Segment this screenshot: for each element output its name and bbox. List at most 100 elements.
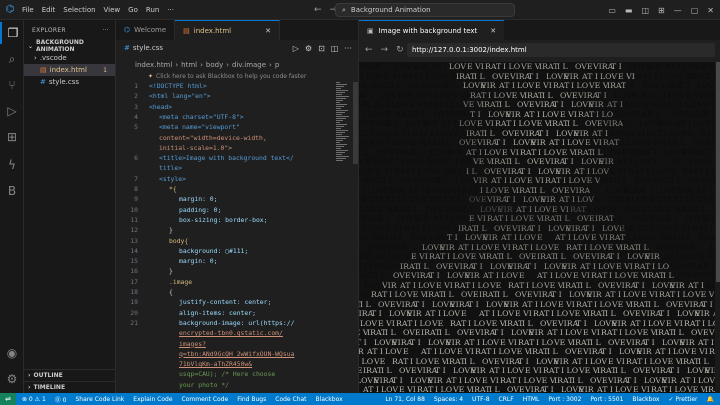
- background-text-line: OVE VIRAT I LOVE VIRAT I LOVE VIRAT I LO…: [359, 214, 715, 223]
- workspace-folder[interactable]: ⌄ BACKGROUND ANIMATION: [24, 39, 115, 53]
- background-text-line: VE VIRAT I LOVE VIRAT I LOVE VIRAT I LOV…: [359, 176, 715, 185]
- breadcrumb-item[interactable]: index.html: [135, 61, 172, 69]
- breadcrumb-item[interactable]: html: [181, 61, 197, 69]
- timeline-section[interactable]: › TIMELINE: [24, 381, 116, 393]
- menu-item[interactable]: Run: [146, 6, 159, 14]
- status-item[interactable]: Spaces: 4: [434, 396, 463, 403]
- split-icon[interactable]: ◫: [641, 6, 649, 15]
- breadcrumb-item[interactable]: div.image: [232, 61, 266, 69]
- open-preview-icon[interactable]: ⊡: [318, 44, 325, 53]
- status-item[interactable]: ✓ Prettier: [669, 396, 698, 403]
- tab-preview[interactable]: ▣ Image with background text ✕: [359, 20, 505, 40]
- customize-layout-icon[interactable]: ⊞: [658, 6, 665, 15]
- minimap-line: [336, 82, 340, 83]
- tree-item-vscode[interactable]: › .vscode: [24, 52, 115, 64]
- background-text-line: AT I LOVE VIRAT I LOVE VIRAT I LOVE VIRA…: [359, 71, 715, 81]
- menu-item[interactable]: Edit: [42, 6, 56, 14]
- menu-item[interactable]: File: [22, 6, 34, 14]
- page-viewport[interactable]: VIRA T I LOVE VIR AT I LOV E VI RAT I LO VE V…: [359, 62, 715, 393]
- breadcrumb-item[interactable]: p: [275, 61, 279, 69]
- notifications-bell-icon[interactable]: 🔔: [707, 396, 714, 403]
- account-icon[interactable]: ◉: [0, 342, 24, 364]
- source-control-icon[interactable]: ⑂: [0, 74, 24, 96]
- tab-style-css[interactable]: # style.css: [124, 42, 163, 54]
- preview-scrollbar[interactable]: [715, 62, 720, 393]
- status-item[interactable]: Code Chat: [275, 396, 306, 403]
- forward-arrow-icon[interactable]: →: [381, 45, 389, 55]
- run-debug-icon[interactable]: ▷: [0, 100, 24, 122]
- close-tab-icon[interactable]: ✕: [490, 27, 496, 35]
- code-text: <style>: [159, 174, 186, 183]
- status-item[interactable]: UTF-8: [472, 396, 490, 403]
- background-text-line: LOVE VIRAT I LOVE VIRAT I LOVE VIRAT I L…: [359, 128, 715, 138]
- settings-icon[interactable]: ⚙: [305, 44, 312, 53]
- status-item[interactable]: Blackbox: [632, 396, 659, 403]
- minimap-line: [336, 118, 346, 119]
- menu-item[interactable]: Go: [128, 6, 138, 14]
- code-lines[interactable]: 1 <!DOCTYPE html> 2 <html lang="en"> 3 <head>…: [116, 82, 358, 402]
- css-file-icon: #: [124, 44, 130, 52]
- line-number: 19: [130, 298, 138, 307]
- background-text-line: VIRAT I LOVE VIRAT I LOVE VIRAT I LOVE V…: [359, 223, 715, 233]
- menu-item[interactable]: View: [104, 6, 121, 14]
- status-item[interactable]: CRLF: [499, 396, 514, 403]
- status-item[interactable]: HTML: [523, 396, 540, 403]
- tree-item-index-html[interactable]: ▤ index.html 1: [24, 64, 115, 76]
- background-text-line: VIRAT I LOVE VIRAT I LOVE VIRAT I LOVE V…: [359, 62, 715, 71]
- preview-tab-bar: ▣ Image with background text ✕: [359, 20, 720, 40]
- status-item[interactable]: Blackbox: [316, 396, 343, 403]
- close-icon[interactable]: ✕: [707, 6, 714, 15]
- status-item[interactable]: ⓪ 0: [55, 395, 67, 404]
- status-item[interactable]: ⊗ 0 ⚠ 1: [22, 396, 46, 403]
- search-activity-icon[interactable]: ⌕: [0, 48, 24, 70]
- tree-item-style-css[interactable]: # style.css: [24, 76, 115, 88]
- background-text-line: E VIRAT I LOVE VIRAT I LOVE VIRAT I LOVE…: [359, 138, 715, 147]
- address-bar[interactable]: http://127.0.0.1:3002/index.html: [407, 43, 715, 57]
- background-text-line: I LOVE VIRAT I LOVEIRAT I LOVE VIRAT I L…: [359, 328, 715, 337]
- explorer-icon[interactable]: ❐: [0, 22, 24, 44]
- settings-gear-icon[interactable]: ⚙: [0, 368, 24, 390]
- more-actions-icon[interactable]: ···: [344, 44, 352, 53]
- blackbox-icon[interactable]: B: [0, 180, 24, 202]
- minimap-line: [336, 138, 346, 139]
- menu-item[interactable]: Selection: [63, 6, 95, 14]
- close-tab-icon[interactable]: ✕: [265, 27, 271, 35]
- maximize-icon[interactable]: ▢: [691, 6, 699, 15]
- tab-welcome[interactable]: ⌬ Welcome: [116, 20, 176, 40]
- menu-item[interactable]: ···: [167, 6, 174, 14]
- tab-index-html[interactable]: ▤ index.html ✕: [175, 20, 280, 40]
- back-arrow-icon[interactable]: ←: [365, 45, 373, 55]
- background-text-line: LOVE VIRAT I LOVE VIRAT I LOVEIRAT I LOV…: [359, 290, 715, 299]
- minimap[interactable]: [336, 82, 350, 162]
- code-text: your photo */: [179, 380, 230, 389]
- remote-icon[interactable]: ⇌: [0, 393, 16, 405]
- command-center-search[interactable]: ⌕ Background Animation: [335, 3, 515, 17]
- preview-scroll-thumb[interactable]: [716, 62, 720, 282]
- status-item[interactable]: Find Bugs: [237, 396, 266, 403]
- status-item[interactable]: Explain Code: [133, 396, 172, 403]
- blackbox-hint[interactable]: ✦ Click here to ask Blackbox to help you…: [148, 71, 306, 81]
- status-item[interactable]: Ln 71, Col 88: [385, 396, 425, 403]
- more-actions-icon[interactable]: ···: [102, 27, 109, 34]
- back-arrow-icon[interactable]: ←: [314, 5, 322, 15]
- line-number: 16: [130, 267, 138, 276]
- breadcrumb-item[interactable]: body: [206, 61, 223, 69]
- lightning-icon[interactable]: ϟ: [0, 154, 24, 176]
- lightbulb-icon: ✦: [148, 72, 154, 80]
- reload-icon[interactable]: ↻: [396, 45, 404, 55]
- split-editor-icon[interactable]: ◫: [331, 44, 339, 53]
- outline-section[interactable]: › OUTLINE: [24, 369, 116, 381]
- status-item[interactable]: Port : 5501: [590, 396, 623, 403]
- title-nav: ← →: [314, 5, 337, 15]
- status-item[interactable]: Share Code Link: [76, 396, 125, 403]
- panel-icon[interactable]: ▬: [625, 6, 633, 15]
- run-icon[interactable]: ▷: [293, 44, 299, 53]
- line-number: 2: [134, 92, 138, 101]
- status-item[interactable]: Port : 3002: [548, 396, 581, 403]
- line-number: 1: [134, 82, 138, 90]
- extensions-icon[interactable]: ⊞: [0, 126, 24, 148]
- layout-icon[interactable]: ▭: [608, 6, 616, 15]
- minimize-icon[interactable]: —: [674, 6, 682, 15]
- status-item[interactable]: Comment Code: [182, 396, 229, 403]
- browser-preview: ▣ Image with background text ✕ ← → ↻ htt…: [358, 20, 720, 393]
